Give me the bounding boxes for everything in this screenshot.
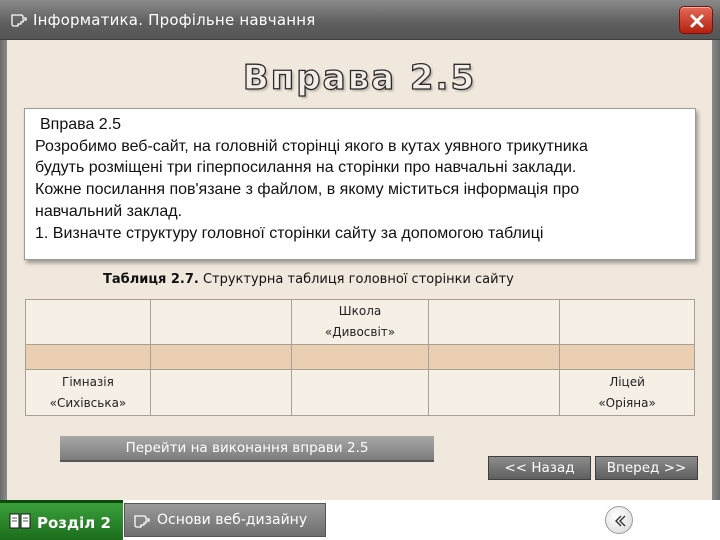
back-button[interactable]: << Назад (488, 456, 591, 480)
structure-table: Школа «Дивосвіт» Гімназія «Сихівська» Лі… (25, 299, 695, 416)
window-frame-left (0, 40, 7, 500)
table-row: Школа «Дивосвіт» (25, 299, 695, 345)
slide-content: Вправа 2.5 Вправа 2.5 Розробимо веб-сайт… (7, 40, 712, 500)
table-cell (149, 344, 292, 370)
table-cell (428, 299, 561, 345)
school-name-line: «Дивосвіт» (324, 325, 396, 339)
lyceum-name-line: «Оріяна» (598, 395, 656, 410)
hand-pointer-icon (10, 11, 28, 29)
bottom-bar: Розділ 2 Основи веб-дизайну (0, 500, 720, 540)
table-cell (25, 299, 151, 345)
table-cell (559, 299, 695, 345)
table-cell (290, 369, 430, 416)
chevron-left-icon (615, 515, 626, 527)
close-icon (690, 14, 704, 28)
window-title: Інформатика. Профільне навчання (33, 11, 316, 29)
title-bar: Інформатика. Профільне навчання (0, 0, 720, 40)
forward-button[interactable]: Вперед >> (595, 456, 698, 480)
hand-pointer-icon (134, 513, 152, 533)
bottom-right-band (620, 500, 720, 540)
table-caption-number: Таблиця 2.7. (103, 272, 199, 287)
section-tab[interactable]: Розділ 2 (0, 500, 123, 540)
task-line: 1. Визначте структуру головної сторінки … (35, 224, 544, 242)
topic-label: Основи веб-дизайну (157, 512, 308, 528)
book-icon (8, 511, 32, 535)
cell-lyceum: Ліцей «Оріяна» (559, 369, 695, 416)
section-label: Розділ 2 (37, 514, 111, 532)
gymnasium-name-line: «Сихівська» (49, 395, 127, 410)
table-caption: Таблиця 2.7. Структурна таблиця головної… (103, 272, 514, 287)
task-line: будуть розміщені три гіперпосилання на с… (35, 159, 577, 177)
table-cell (149, 369, 292, 416)
table-cell (428, 344, 561, 370)
gymnasium-name-line: Гімназія (62, 374, 114, 389)
table-row: Гімназія «Сихівська» Ліцей «Оріяна» (25, 369, 695, 416)
lyceum-name-line: Ліцей (609, 374, 645, 389)
table-cell (25, 344, 151, 370)
table-cell (149, 299, 292, 345)
exercise-heading: Вправа 2.5 (242, 57, 477, 98)
table-row (25, 344, 695, 370)
cell-school: Школа «Дивосвіт» (290, 299, 430, 345)
table-cell (428, 369, 561, 416)
topic-tab[interactable]: Основи веб-дизайну (124, 503, 326, 537)
table-caption-text: Структурна таблиця головної сторінки сай… (198, 272, 514, 287)
task-line: навчальний заклад. (35, 202, 183, 220)
task-title: Вправа 2.5 (40, 116, 122, 133)
close-button[interactable] (679, 6, 713, 34)
back-circle-button[interactable] (605, 506, 633, 534)
task-description-box: Вправа 2.5 Розробимо веб-сайт, на головн… (24, 108, 696, 260)
table-cell (559, 344, 695, 370)
table-cell (290, 344, 430, 370)
task-line: Кожне посилання пов'язане з файлом, в як… (35, 181, 580, 199)
task-line: Розробимо веб-сайт, на головній сторінці… (35, 137, 588, 155)
go-to-exercise-button[interactable]: Перейти на виконання вправи 2.5 (60, 436, 434, 462)
cell-gymnasium: Гімназія «Сихівська» (25, 369, 151, 416)
school-name-line: Школа (338, 304, 382, 318)
window-frame-right (712, 40, 720, 500)
